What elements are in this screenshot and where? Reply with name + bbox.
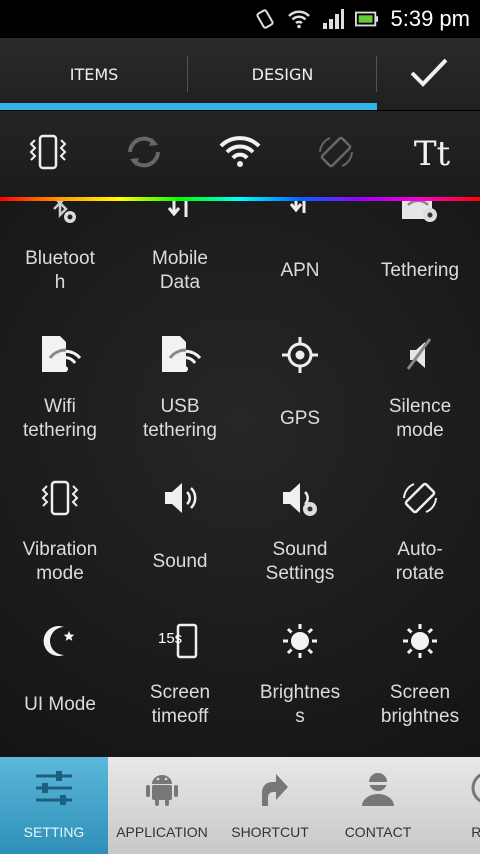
grid-item-silence-mode[interactable]: Silence mode	[360, 325, 480, 467]
grid-item-brightness[interactable]: Brightnes s	[240, 611, 360, 753]
auto-rotate-icon	[316, 132, 356, 176]
android-icon	[138, 764, 186, 812]
grid-item-bluetooth[interactable]: Bluetoot h	[0, 201, 120, 319]
grid-item-sound-settings[interactable]: Sound Settings	[240, 468, 360, 610]
grid-item-auto-rotate[interactable]: Auto- rotate	[360, 468, 480, 610]
silence-icon	[390, 325, 450, 385]
contact-icon	[354, 764, 402, 812]
nav-setting[interactable]: SETTING	[0, 757, 108, 854]
tab-underline	[0, 103, 188, 110]
recent-icon	[462, 764, 480, 812]
brightness-icon	[270, 611, 330, 671]
grid-item-apn[interactable]: APN	[240, 201, 360, 319]
nav-label: SETTING	[23, 824, 85, 840]
grid-item-label: Screen brightnes	[380, 682, 460, 727]
wifi-toggle[interactable]	[210, 124, 270, 184]
grid-item-label: Vibration mode	[22, 539, 98, 584]
tab-design-label: DESIGN	[251, 64, 314, 84]
grid-item-label: Wifi tethering	[23, 396, 97, 441]
grid-item-label: Sound	[152, 551, 208, 572]
status-bar: 5:39 pm	[0, 0, 480, 38]
settings-grid: Bluetoot h Mobile Data APN Tethering Wif…	[0, 201, 480, 757]
grid-item-ui-mode[interactable]: UI Mode	[0, 611, 120, 753]
bottom-navigation: SETTING APPLICATION SHORTCUT CONTACT REC	[0, 757, 480, 854]
grid-item-label: Tethering	[380, 260, 460, 281]
shortcut-arrow-icon	[246, 764, 294, 812]
grid-item-label: USB tethering	[143, 396, 217, 441]
tab-design[interactable]: DESIGN	[188, 38, 377, 110]
grid-item-screen-brightness[interactable]: Screen brightnes	[360, 611, 480, 753]
vibrate-status-icon	[253, 7, 277, 31]
wifi-icon	[218, 134, 262, 174]
confirm-button[interactable]	[377, 38, 480, 110]
auto-rotate-toggle[interactable]	[306, 124, 366, 184]
rotate-icon	[390, 468, 450, 528]
tab-items-label: ITEMS	[69, 64, 119, 84]
tethering-icon	[390, 201, 450, 237]
grid-item-wifi-tethering[interactable]: Wifi tethering	[0, 325, 120, 467]
tab-bar: ITEMS DESIGN	[0, 38, 480, 111]
nav-label: REC	[471, 824, 480, 840]
nav-label: APPLICATION	[116, 824, 208, 840]
wifi-status-icon	[287, 7, 311, 31]
mobile-data-icon	[150, 201, 210, 237]
nav-label: CONTACT	[344, 824, 412, 840]
ui-mode-icon	[30, 611, 90, 671]
tab-items[interactable]: ITEMS	[0, 38, 188, 110]
bluetooth-settings-icon	[30, 201, 90, 237]
gps-icon	[270, 325, 330, 385]
tab-underline	[188, 103, 377, 110]
screen-timeout-icon: 15s	[150, 611, 210, 671]
quick-toggle-strip: Tt	[0, 111, 480, 197]
screen-brightness-icon	[390, 611, 450, 671]
wifi-tethering-icon	[30, 325, 90, 385]
nav-contact[interactable]: CONTACT	[324, 757, 432, 854]
grid-item-usb-tethering[interactable]: USB tethering	[120, 325, 240, 467]
grid-item-label: APN	[280, 260, 320, 281]
apn-icon	[270, 201, 330, 237]
nav-recent[interactable]: REC	[432, 757, 480, 854]
font-size-icon: Tt	[413, 134, 451, 174]
nav-application[interactable]: APPLICATION	[108, 757, 216, 854]
grid-item-vibration-mode[interactable]: Vibration mode	[0, 468, 120, 610]
sound-icon	[150, 468, 210, 528]
timeout-badge: 15s	[158, 630, 183, 647]
sound-settings-icon	[270, 468, 330, 528]
grid-item-sound[interactable]: Sound	[120, 468, 240, 610]
clock: 5:39 pm	[390, 6, 471, 31]
grid-item-label: GPS	[279, 408, 321, 429]
nav-shortcut[interactable]: SHORTCUT	[216, 757, 324, 854]
nav-label: SHORTCUT	[231, 824, 309, 840]
sliders-icon	[30, 764, 78, 812]
grid-item-label: Screen timeoff	[149, 682, 211, 727]
checkmark-icon	[409, 56, 449, 92]
vibrate-toggle[interactable]	[18, 124, 78, 184]
grid-item-label: Mobile Data	[152, 248, 208, 293]
battery-status-icon	[354, 7, 379, 31]
grid-item-label: UI Mode	[24, 694, 96, 715]
vibration-icon	[30, 468, 90, 528]
grid-item-tethering[interactable]: Tethering	[360, 201, 480, 319]
grid-item-screen-timeout[interactable]: 15s Screen timeoff	[120, 611, 240, 753]
font-size-toggle[interactable]: Tt	[402, 124, 462, 184]
signal-status-icon	[321, 7, 345, 31]
vibrate-icon	[26, 132, 70, 176]
grid-item-mobile-data[interactable]: Mobile Data	[120, 201, 240, 319]
grid-item-label: Sound Settings	[265, 539, 335, 584]
usb-tethering-icon	[150, 325, 210, 385]
sync-icon	[124, 132, 164, 176]
grid-item-gps[interactable]: GPS	[240, 325, 360, 467]
grid-item-label: Auto- rotate	[395, 539, 445, 584]
grid-item-label: Silence mode	[388, 396, 452, 441]
grid-item-label: Brightnes s	[259, 682, 341, 727]
grid-item-label: Bluetoot h	[25, 248, 95, 293]
sync-toggle[interactable]	[114, 124, 174, 184]
